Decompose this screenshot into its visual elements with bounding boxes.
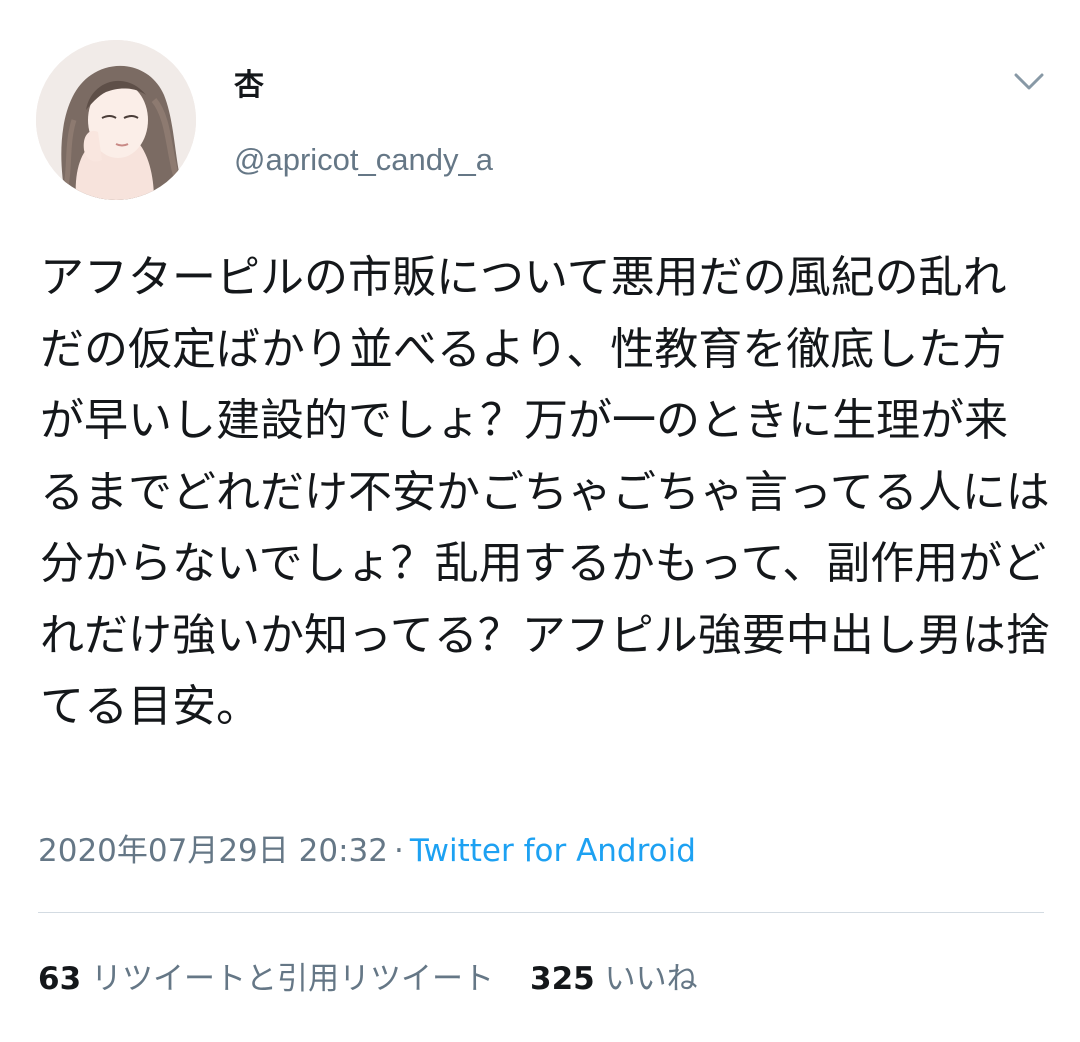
tweet-source-link[interactable]: Twitter for Android — [410, 833, 696, 869]
retweets-count: 63 — [38, 961, 82, 997]
tweet-timestamp[interactable]: 2020年07月29日 20:32 — [38, 833, 388, 869]
meta-separator: · — [393, 833, 404, 869]
display-name[interactable]: 杏 — [234, 66, 264, 106]
likes-label: いいね — [604, 961, 698, 997]
tweet-stats: 63 リツイートと引用リツイート 325 いいね — [38, 958, 698, 1000]
chevron-down-icon — [1014, 73, 1044, 90]
likes-stat[interactable]: 325 いいね — [530, 961, 698, 997]
divider — [38, 912, 1044, 913]
tweet-card: 杏 @apricot_candy_a アフターピルの市販について悪用だの風紀の乱… — [0, 0, 1080, 1042]
tweet-meta: 2020年07月29日 20:32 · Twitter for Android — [38, 830, 696, 872]
avatar-illustration-icon — [36, 40, 196, 200]
retweets-stat[interactable]: 63 リツイートと引用リツイート — [38, 961, 494, 997]
user-handle[interactable]: @apricot_candy_a — [234, 140, 493, 180]
avatar[interactable] — [36, 40, 196, 200]
tweet-menu-button[interactable] — [1004, 60, 1054, 104]
tweet-text: アフターピルの市販について悪用だの風紀の乱れだの仮定ばかり並べるより、性教育を徹… — [40, 252, 1050, 732]
likes-count: 325 — [530, 961, 595, 997]
retweets-label: リツイートと引用リツイート — [91, 961, 494, 997]
